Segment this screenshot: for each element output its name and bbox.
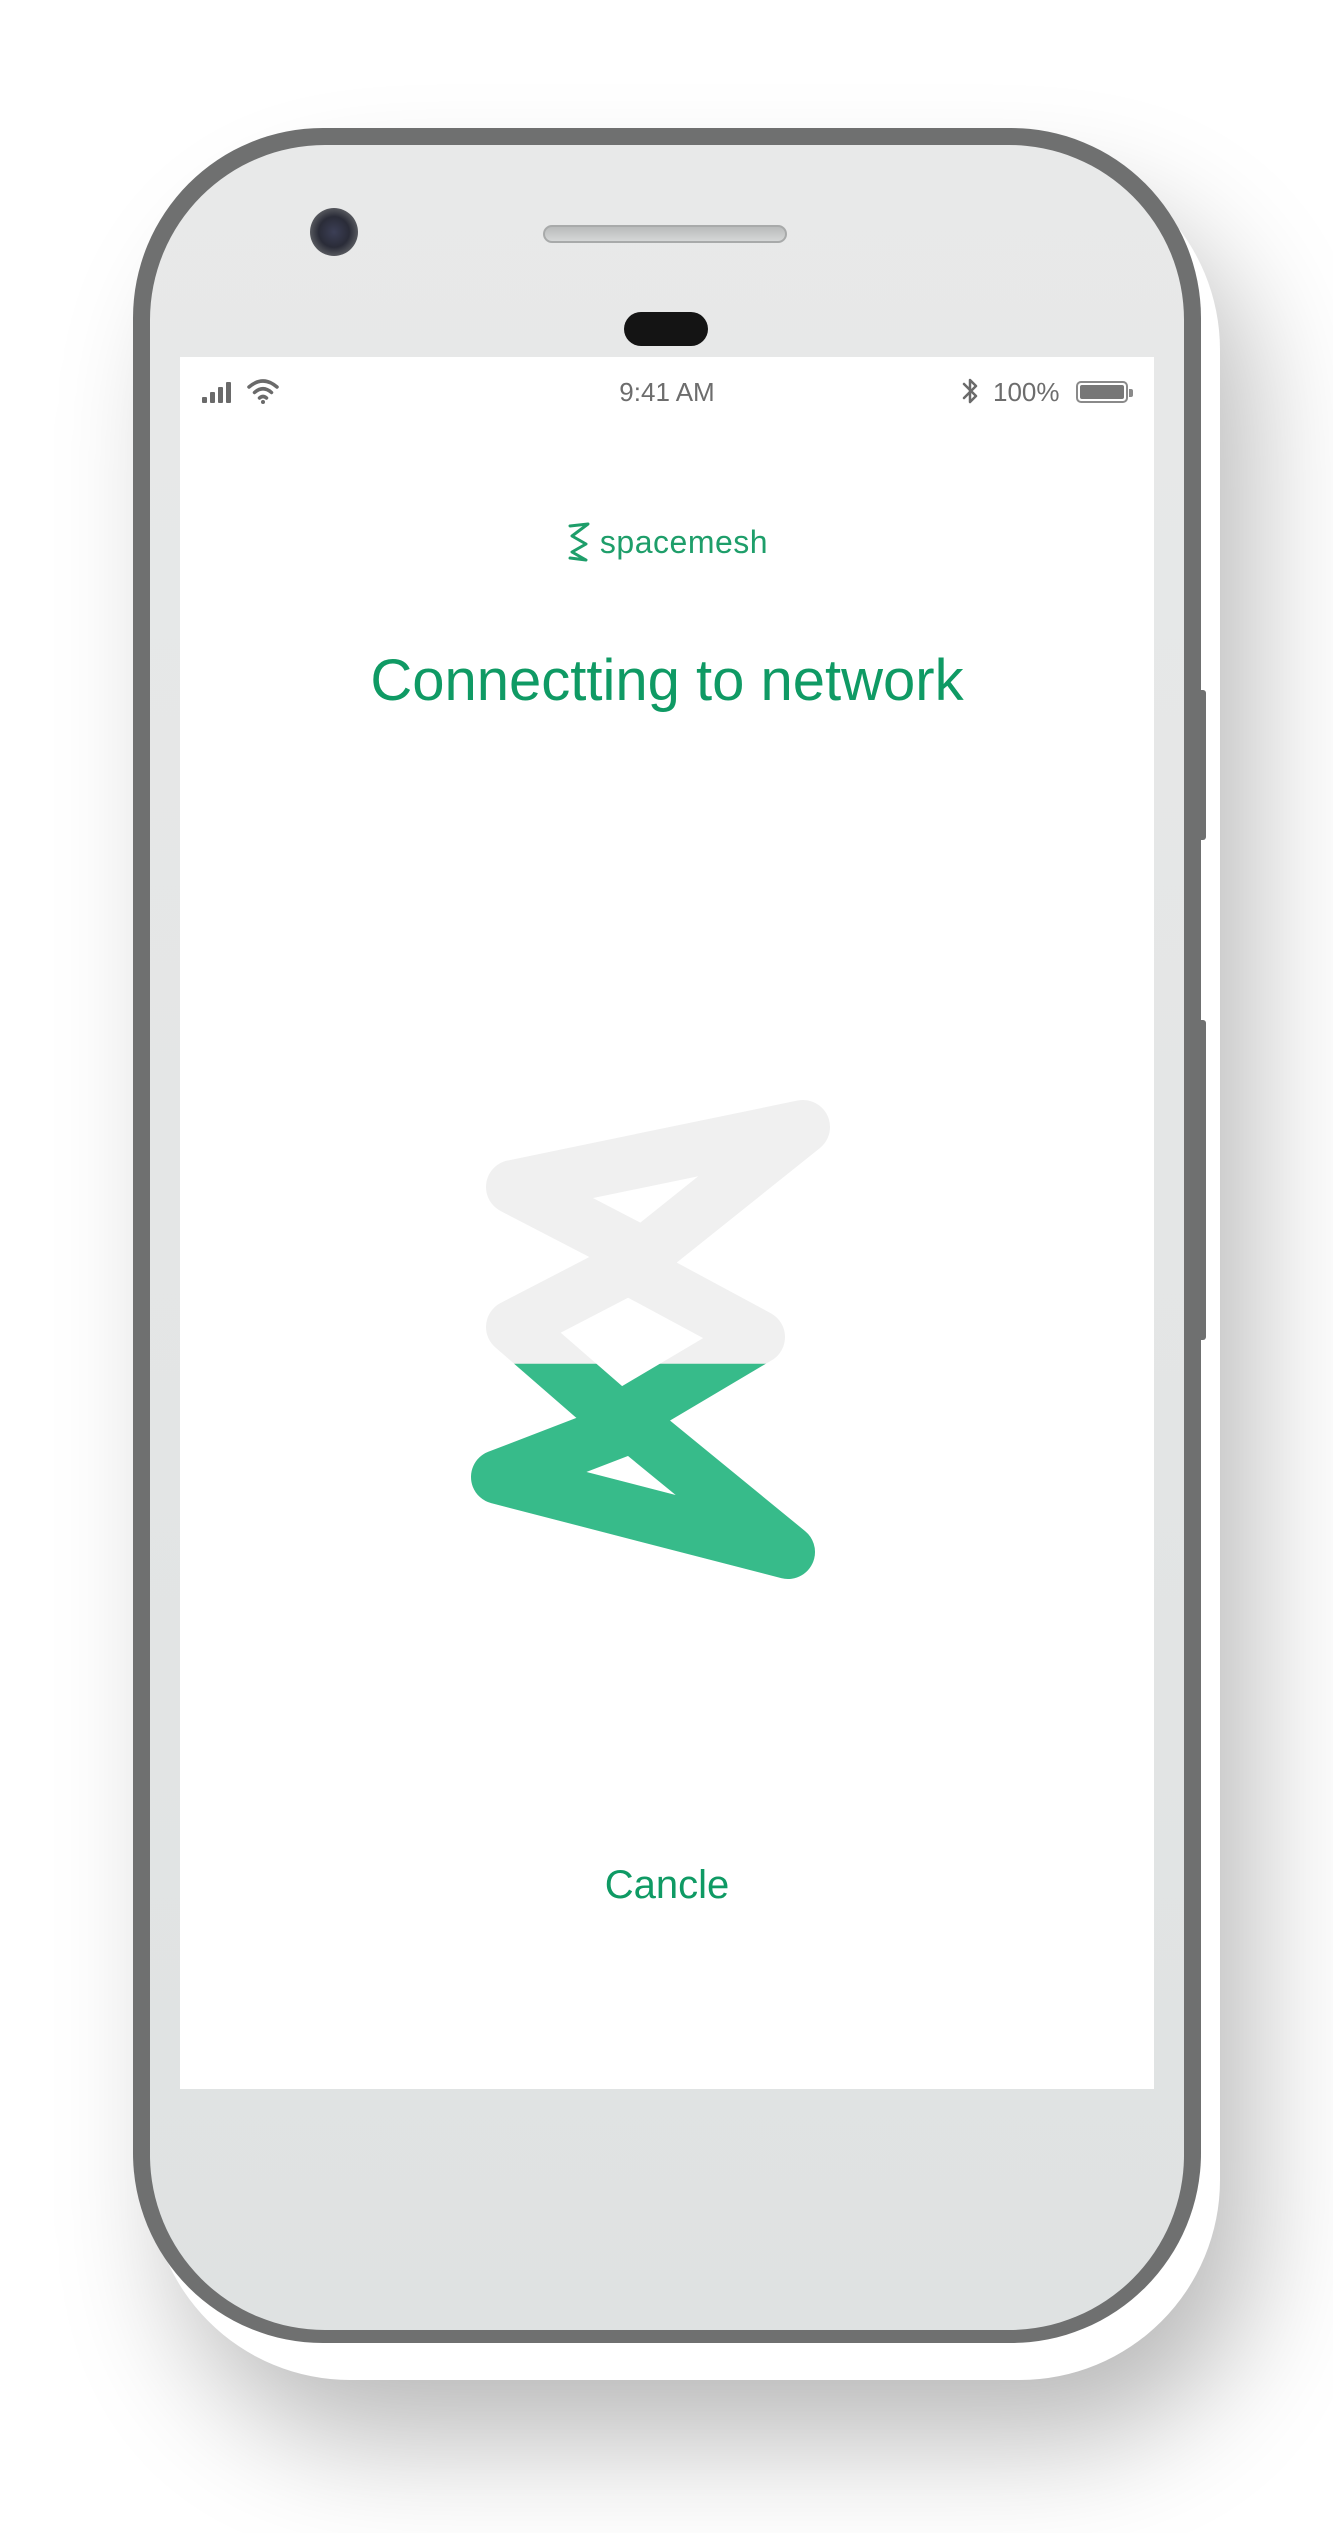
front-camera bbox=[310, 208, 358, 256]
bluetooth-icon bbox=[962, 378, 978, 404]
cancel-button[interactable]: Cancle bbox=[180, 1862, 1154, 1909]
earpiece-speaker bbox=[543, 225, 787, 243]
battery-percent: 100% bbox=[993, 377, 1060, 407]
spacemesh-logo-icon bbox=[568, 522, 590, 562]
power-button bbox=[1196, 1020, 1206, 1340]
brand-name: spacemesh bbox=[599, 523, 769, 560]
battery-fill bbox=[1080, 385, 1124, 399]
spacemesh-hourglass-loader-icon bbox=[471, 1100, 830, 1579]
page-title: Connectting to network bbox=[370, 648, 964, 713]
status-bar: 9:41 AM 100% bbox=[180, 357, 1154, 427]
battery-icon bbox=[1076, 381, 1133, 403]
battery-nub bbox=[1129, 389, 1133, 397]
app-screen: 9:41 AM 100% spacemesh Connectting to ne… bbox=[180, 357, 1154, 2089]
proximity-sensor bbox=[624, 312, 708, 346]
brand-header: spacemesh bbox=[180, 522, 1154, 562]
volume-button bbox=[1196, 690, 1206, 840]
